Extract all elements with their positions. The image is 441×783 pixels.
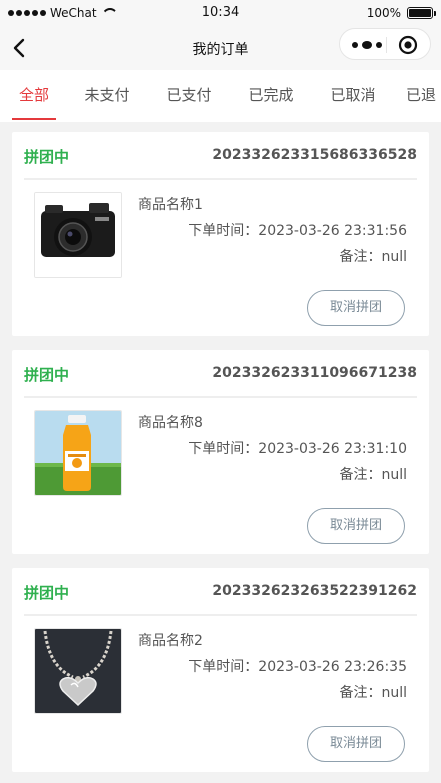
status-bar: WeChat 10:34 100% bbox=[0, 0, 441, 26]
order-number: 20233262326352239126​2 bbox=[212, 583, 417, 599]
tab-label: 未支付 bbox=[84, 86, 130, 104]
order-status: 拼团中 bbox=[24, 366, 70, 384]
order-card-header: 拼团中 20233262331568633652​8 bbox=[24, 132, 417, 180]
camera-image bbox=[35, 193, 121, 277]
cancel-group-buy-button[interactable]: 取消拼团 bbox=[307, 508, 405, 544]
tab-label: 已退 bbox=[406, 86, 437, 104]
tab-all[interactable]: 全部 bbox=[6, 70, 62, 122]
more-icon[interactable] bbox=[350, 38, 384, 52]
product-thumbnail[interactable] bbox=[34, 192, 122, 278]
cancel-group-buy-button[interactable]: 取消拼团 bbox=[307, 726, 405, 762]
cancel-group-buy-button[interactable]: 取消拼团 bbox=[307, 290, 405, 326]
tab-label: 已取消 bbox=[330, 86, 376, 104]
tab-completed[interactable]: 已完成 bbox=[242, 70, 300, 122]
order-status: 拼团中 bbox=[24, 148, 70, 166]
order-time: 下单时间：2023-03-26 23:31:56 bbox=[188, 223, 407, 239]
tab-unpaid[interactable]: 未支付 bbox=[78, 70, 136, 122]
battery-group: 100% bbox=[366, 6, 436, 20]
order-card[interactable]: 拼团中 20233262326352239126​2 商品名称2 下单时间：20… bbox=[12, 568, 429, 772]
capsule-divider bbox=[386, 37, 387, 53]
product-name: 商品名称8 bbox=[138, 415, 203, 431]
tab-label: 已完成 bbox=[248, 86, 294, 104]
tab-refunded[interactable]: 已退 bbox=[406, 70, 441, 122]
tab-cancelled[interactable]: 已取消 bbox=[324, 70, 382, 122]
tab-label: 全部 bbox=[18, 86, 49, 104]
order-remark: 备注：null bbox=[339, 467, 407, 483]
order-status: 拼团中 bbox=[24, 584, 70, 602]
order-card-header: 拼团中 20233262331109667123​8 bbox=[24, 350, 417, 398]
tab-paid[interactable]: 已支付 bbox=[160, 70, 218, 122]
close-mini-program-icon[interactable] bbox=[398, 35, 418, 55]
order-time: 下单时间：2023-03-26 23:26:35 bbox=[188, 659, 407, 675]
tab-label: 已支付 bbox=[166, 86, 212, 104]
battery-icon bbox=[407, 7, 436, 19]
active-tab-indicator bbox=[12, 118, 56, 120]
mini-program-capsule bbox=[339, 28, 431, 60]
order-remark: 备注：null bbox=[339, 249, 407, 265]
battery-label: 100% bbox=[366, 6, 401, 20]
order-status-tabs: 全部 未支付 已支付 已完成 已取消 已退 bbox=[0, 70, 441, 122]
product-thumbnail[interactable] bbox=[34, 410, 122, 496]
heart-necklace-image bbox=[35, 629, 121, 713]
juice-bottle-image bbox=[35, 411, 121, 495]
product-name: 商品名称1 bbox=[138, 197, 203, 213]
product-thumbnail[interactable] bbox=[34, 628, 122, 714]
order-card[interactable]: 拼团中 20233262331109667123​8 商品名称8 下单时间：20… bbox=[12, 350, 429, 554]
order-card[interactable]: 拼团中 20233262331568633652​8 商品名称1 下单时间：20… bbox=[12, 132, 429, 336]
product-name: 商品名称2 bbox=[138, 633, 203, 649]
order-card-header: 拼团中 20233262326352239126​2 bbox=[24, 568, 417, 616]
order-remark: 备注：null bbox=[339, 685, 407, 701]
order-number: 20233262331109667123​8 bbox=[212, 365, 417, 381]
nav-bar: 我的订单 bbox=[0, 26, 441, 70]
order-number: 20233262331568633652​8 bbox=[212, 147, 417, 163]
order-time: 下单时间：2023-03-26 23:31:10 bbox=[188, 441, 407, 457]
